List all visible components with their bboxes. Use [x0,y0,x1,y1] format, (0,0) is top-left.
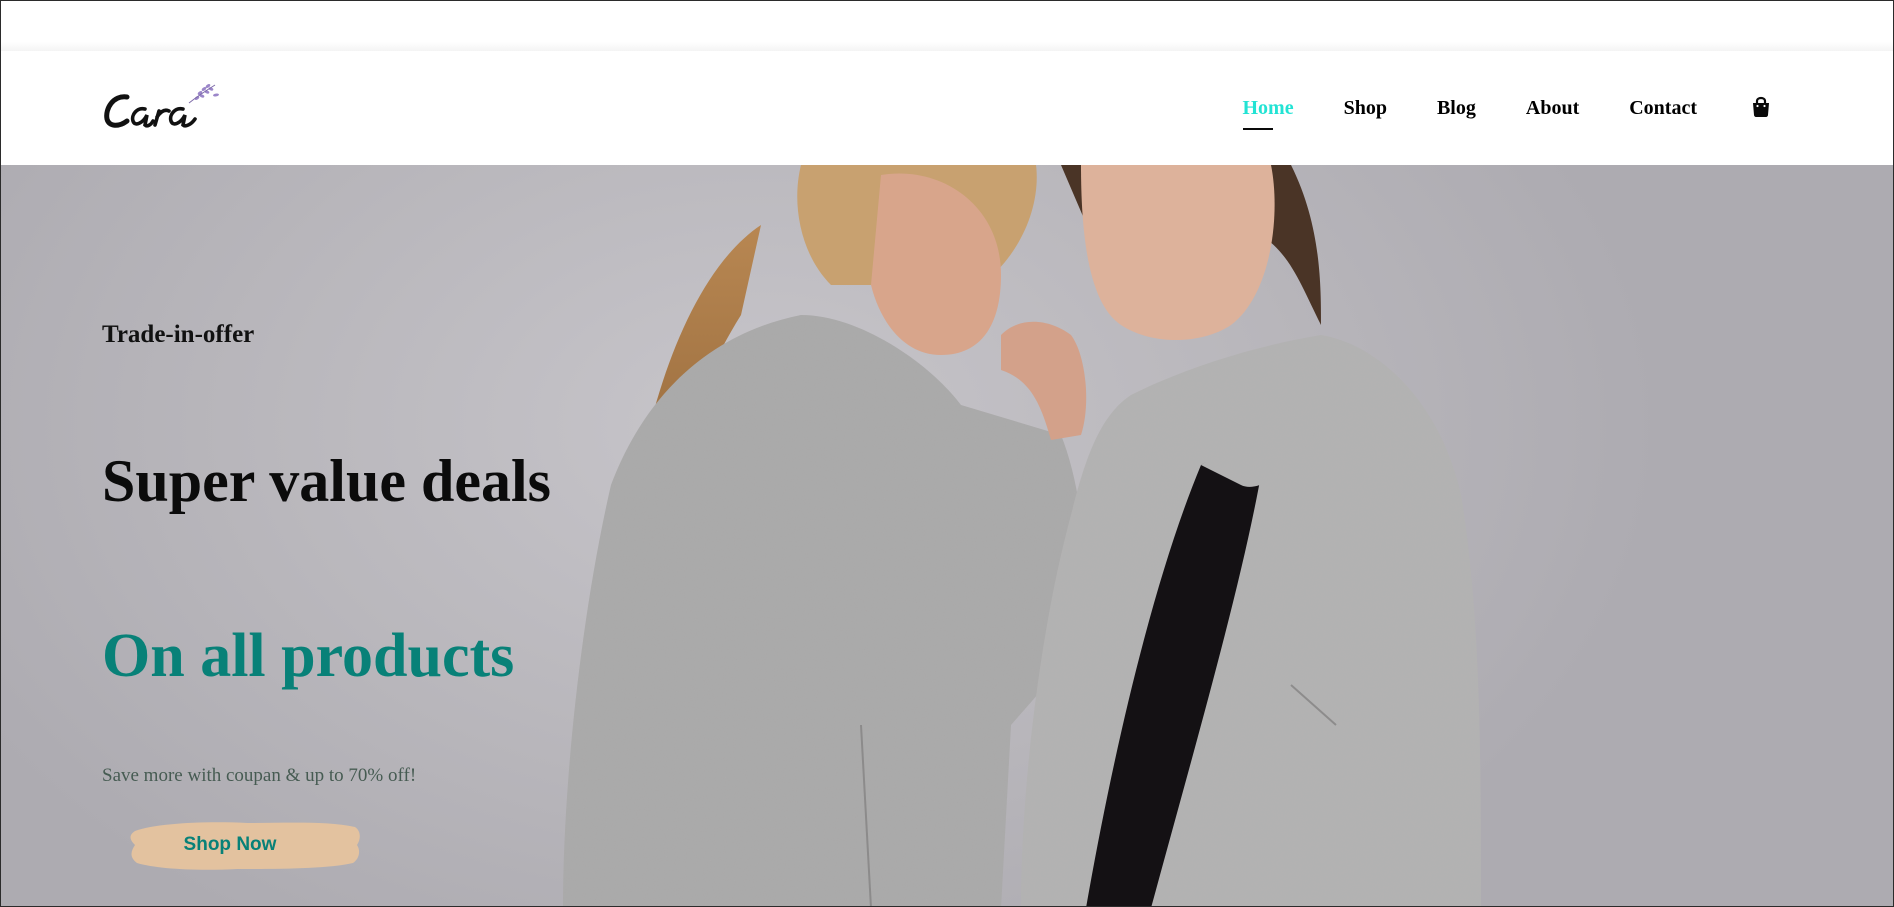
nav-contact[interactable]: Contact [1629,95,1697,121]
hero-banner: Trade-in-offer Super value deals On all … [1,165,1893,906]
hero-image [563,165,1481,906]
hero-headline: Super value deals [102,448,551,514]
site-header: Home Shop Blog About Contact [1,51,1893,165]
shop-now-label: Shop Now [183,834,277,855]
nav-home[interactable]: Home [1242,95,1294,130]
nav-about[interactable]: About [1526,95,1579,121]
nav-shop[interactable]: Shop [1344,95,1387,121]
top-strip [1,1,1893,51]
shop-now-button[interactable]: Shop Now [127,817,363,873]
browser-viewport: Home Shop Blog About Contact Trade-in-of… [0,0,1894,907]
hero-subtext: Save more with coupan & up to 70% off! [102,765,417,786]
nav-blog[interactable]: Blog [1437,95,1476,121]
main-nav: Home Shop Blog About Contact [1193,95,1772,130]
hero-highlight: On all products [102,622,515,690]
shopping-bag-icon[interactable] [1751,95,1771,117]
logo-image [104,84,219,128]
hero-eyebrow: Trade-in-offer [102,321,255,348]
brand-logo[interactable] [103,79,229,135]
